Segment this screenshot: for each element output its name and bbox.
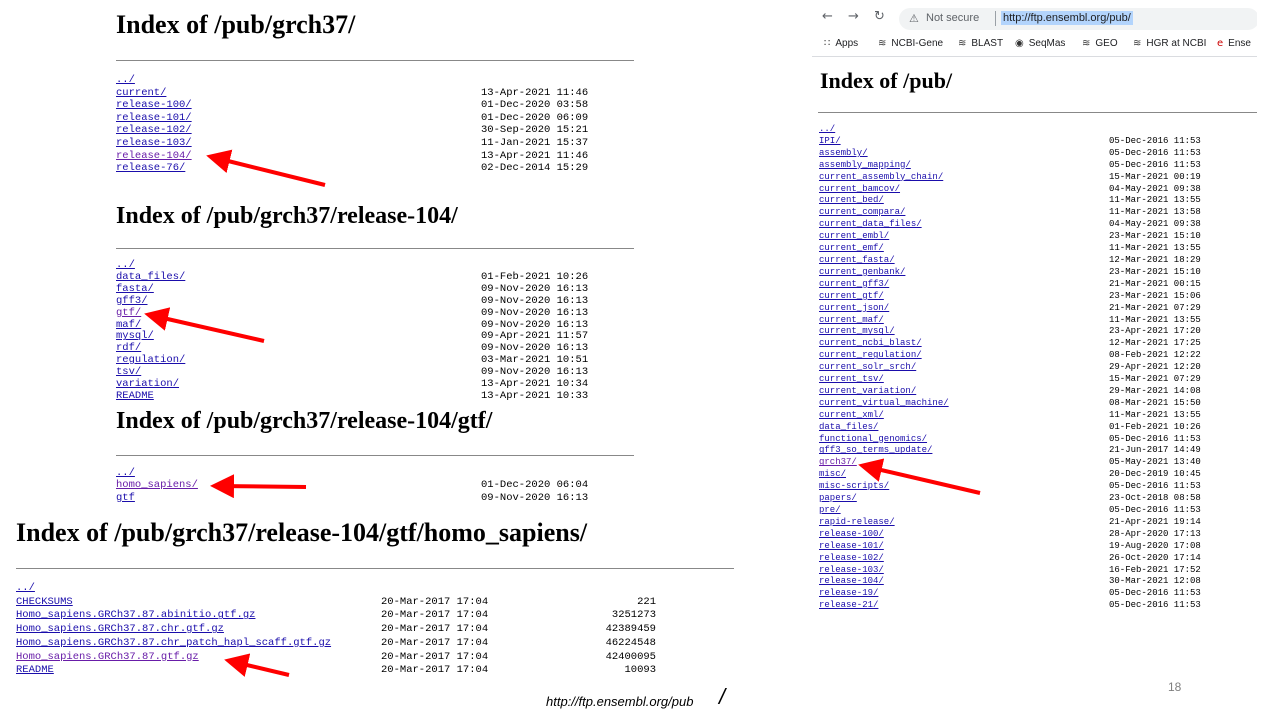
red-arrow xyxy=(210,474,307,499)
caption-slash: / xyxy=(719,684,726,709)
red-arrow xyxy=(858,458,981,495)
red-arrow xyxy=(206,149,326,187)
red-arrow xyxy=(144,307,265,343)
slide-number: 18 xyxy=(1168,680,1182,694)
caption: http://ftp.ensembl.org/pub xyxy=(546,694,694,709)
red-arrow xyxy=(224,653,290,677)
annotation-arrows xyxy=(144,149,981,677)
